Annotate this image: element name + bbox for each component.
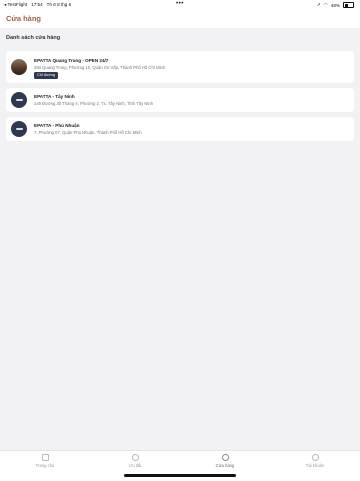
store-list: EPATTA Quang Trung - OPEN 24/7 393 Quang… (6, 51, 354, 146)
section-title: Danh sách cửa hàng (6, 35, 61, 41)
store-card-tay-ninh[interactable]: EPATTA - Tây Ninh 149 Đường 30 Tháng 4, … (6, 88, 354, 112)
status-date: Th 6 8 thg 6 (46, 2, 72, 7)
store-card-phu-nhuan[interactable]: EPATTA - Phú Nhuận 7, Phường 07, Quận Ph… (6, 117, 354, 141)
tab-home[interactable]: Trang chủ (0, 454, 90, 468)
tab-stores[interactable]: Cửa hàng (180, 454, 270, 468)
location-icon: ➚ (316, 2, 321, 7)
store-logo (11, 92, 27, 108)
multitasking-dots-icon[interactable]: ••• (176, 1, 184, 7)
status-bar: ◂ TestFlight 17:54 Th 6 8 thg 6 ••• ➚ ◠ … (0, 0, 360, 9)
home-icon (41, 454, 49, 461)
tab-label: Cửa hàng (215, 463, 235, 468)
tab-label: Tài khoản (305, 463, 325, 468)
app-header: Cửa hàng (0, 9, 360, 28)
directions-button[interactable]: Chỉ đường (34, 72, 59, 79)
store-logo (11, 121, 27, 137)
battery-icon (343, 2, 354, 8)
account-icon (311, 454, 319, 461)
tab-account[interactable]: Tài khoản (270, 454, 360, 468)
store-photo (11, 59, 27, 75)
page-title: Cửa hàng (6, 14, 42, 23)
offer-icon (131, 454, 139, 461)
tab-label: Ưu đãi (128, 463, 142, 468)
home-indicator[interactable] (124, 474, 236, 477)
store-card-quang-trung[interactable]: EPATTA Quang Trung - OPEN 24/7 393 Quang… (6, 51, 354, 83)
store-address: 149 Đường 30 Tháng 4, Phường 2, Tx. Tây … (34, 101, 153, 106)
wifi-icon: ◠ (323, 2, 328, 7)
tab-offers[interactable]: Ưu đãi (90, 454, 180, 468)
store-name: EPATTA Quang Trung - OPEN 24/7 (34, 58, 109, 63)
back-to-app-label[interactable]: ◂ TestFlight (4, 2, 27, 8)
store-address: 393 Quang Trung, Phường 10, Quận Gò Vấp,… (34, 65, 166, 70)
store-name: EPATTA - Tây Ninh (34, 94, 75, 99)
tab-label: Trang chủ (35, 463, 55, 468)
store-icon (221, 454, 229, 461)
store-address: 7, Phường 07, Quận Phú Nhuận, Thành Phố … (34, 130, 142, 135)
store-name: EPATTA - Phú Nhuận (34, 123, 80, 128)
status-time: 17:54 (31, 2, 43, 7)
battery-percent: 48% (330, 2, 340, 8)
